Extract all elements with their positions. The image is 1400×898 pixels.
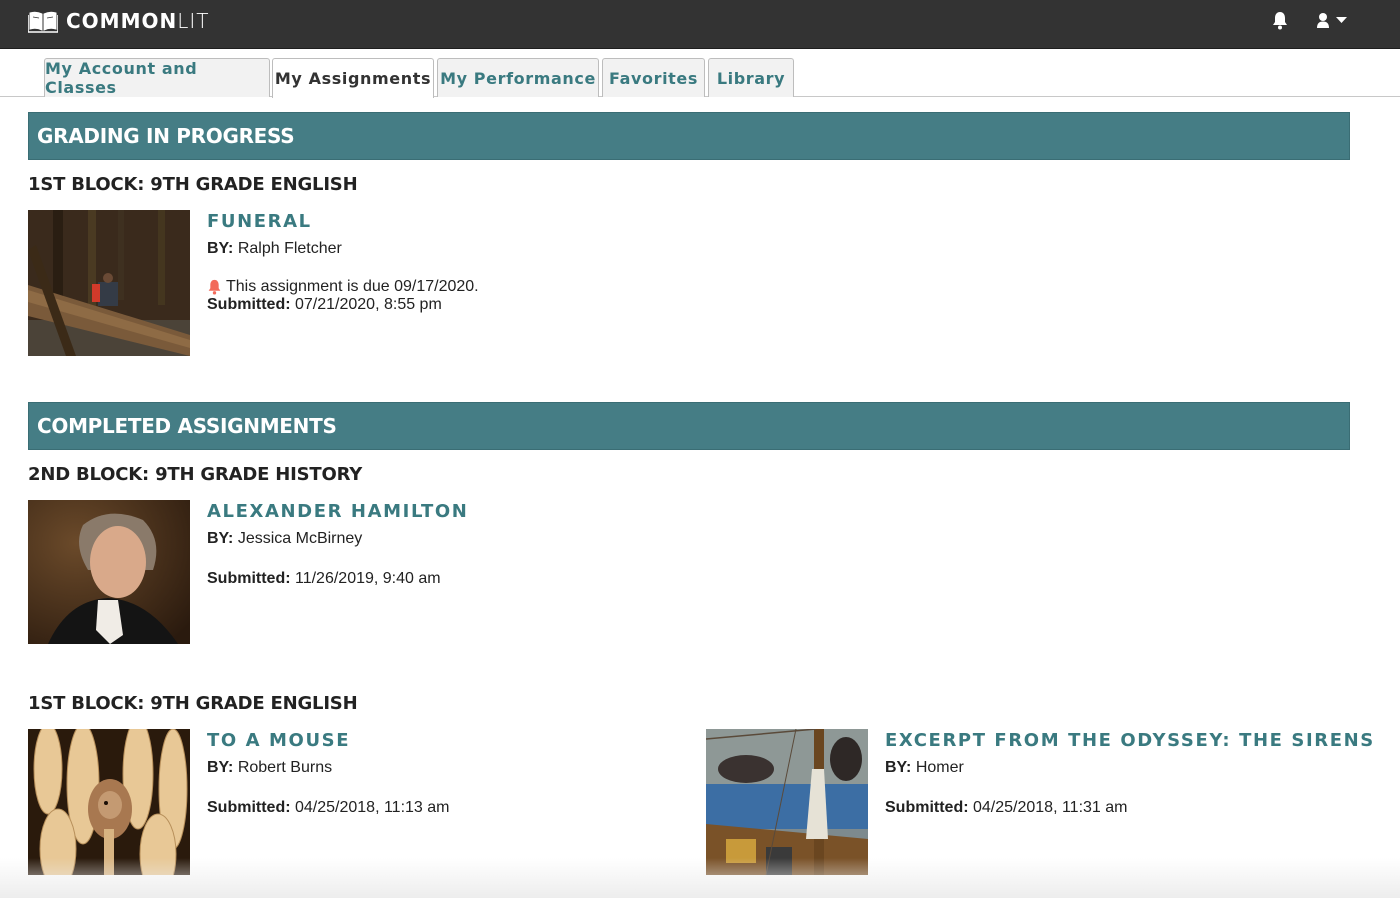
tab-my-assignments[interactable]: My Assignments — [272, 58, 434, 98]
tab-my-account-and-classes[interactable]: My Account and Classes — [44, 58, 270, 97]
submitted-timestamp: Submitted: 11/26/2019, 9:40 am — [207, 570, 441, 587]
assignment-thumbnail-to-a-mouse[interactable] — [28, 729, 190, 875]
tab-bar: My Account and Classes My Assignments My… — [0, 57, 1400, 98]
assignment-author: BY: Jessica McBirney — [207, 530, 363, 547]
notifications-button[interactable] — [1271, 11, 1289, 35]
bell-alert-icon — [208, 279, 221, 295]
class-title: 1ST BLOCK: 9TH GRADE ENGLISH — [28, 174, 358, 195]
brand-logo[interactable]: COMMONLIT — [28, 9, 210, 33]
caret-down-icon — [1336, 17, 1347, 23]
section-heading: GRADING IN PROGRESS — [37, 124, 295, 148]
brand-name: COMMONLIT — [66, 9, 210, 33]
tab-favorites[interactable]: Favorites — [602, 58, 705, 97]
assignment-author: BY: Homer — [885, 759, 964, 776]
assignment-item-odyssey-sirens: EXCERPT FROM THE ODYSSEY: THE SIRENS BY:… — [885, 730, 1375, 817]
submitted-timestamp: Submitted: 04/25/2018, 11:13 am — [207, 799, 450, 816]
bottom-fade — [0, 858, 1400, 898]
user-menu-button[interactable] — [1316, 12, 1347, 29]
assignment-item-funeral: FUNERAL BY: Ralph Fletcher This assignme… — [207, 211, 479, 314]
assignment-thumbnail-odyssey-sirens[interactable] — [706, 729, 868, 875]
assignment-item-to-a-mouse: TO A MOUSE BY: Robert Burns Submitted: 0… — [207, 730, 450, 817]
assignment-title-link[interactable]: EXCERPT FROM THE ODYSSEY: THE SIRENS — [885, 730, 1375, 751]
submitted-timestamp: Submitted: 07/21/2020, 8:55 pm — [207, 296, 442, 313]
due-notice: This assignment is due 09/17/2020. — [207, 278, 479, 296]
bell-icon — [1273, 12, 1287, 30]
section-header-grading-in-progress: GRADING IN PROGRESS — [28, 112, 1350, 160]
assignment-title-link[interactable]: TO A MOUSE — [207, 730, 450, 751]
assignment-author: BY: Ralph Fletcher — [207, 240, 342, 257]
assignment-author: BY: Robert Burns — [207, 759, 333, 776]
tab-library[interactable]: Library — [708, 58, 794, 97]
submitted-timestamp: Submitted: 04/25/2018, 11:31 am — [885, 799, 1128, 816]
top-navbar: COMMONLIT — [0, 0, 1400, 49]
assignment-thumbnail-funeral[interactable] — [28, 210, 190, 356]
tab-my-performance[interactable]: My Performance — [437, 58, 599, 97]
section-header-completed-assignments: COMPLETED ASSIGNMENTS — [28, 402, 1350, 450]
assignment-thumbnail-alexander-hamilton[interactable] — [28, 500, 190, 646]
class-title: 1ST BLOCK: 9TH GRADE ENGLISH — [28, 693, 358, 714]
assignment-item-alexander-hamilton: ALEXANDER HAMILTON BY: Jessica McBirney … — [207, 501, 468, 588]
assignment-title-link[interactable]: ALEXANDER HAMILTON — [207, 501, 468, 522]
class-title: 2ND BLOCK: 9TH GRADE HISTORY — [28, 464, 363, 485]
user-icon — [1317, 13, 1329, 28]
section-heading: COMPLETED ASSIGNMENTS — [37, 414, 337, 438]
open-book-icon — [28, 11, 58, 33]
assignment-title-link[interactable]: FUNERAL — [207, 211, 479, 232]
